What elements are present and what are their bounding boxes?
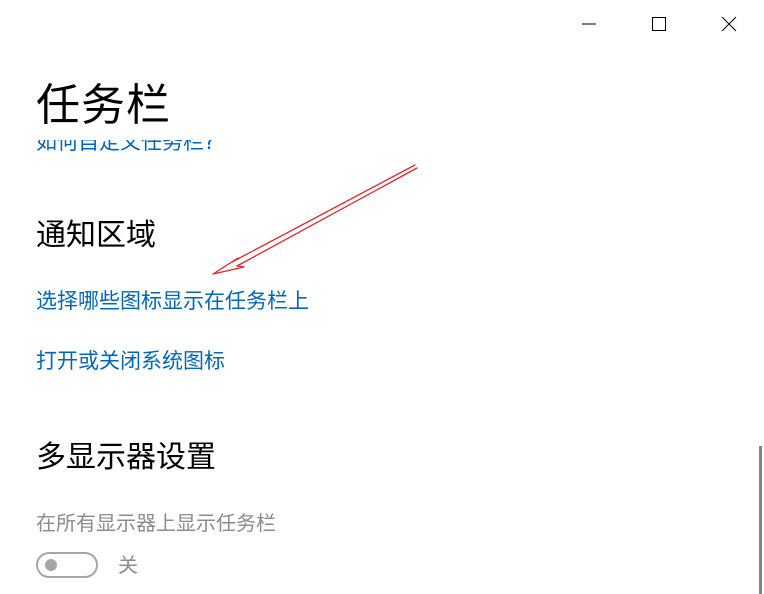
page-header: 任务栏	[0, 48, 740, 140]
window-controls	[554, 0, 764, 48]
settings-content[interactable]: 如何自定义任务栏? 任务栏 通知区域 选择哪些图标显示在任务栏上 打开或关闭系统…	[0, 48, 764, 594]
maximize-button[interactable]	[624, 0, 694, 48]
page-title: 任务栏	[36, 80, 171, 131]
show-taskbar-all-displays-toggle[interactable]	[36, 552, 98, 578]
minimize-button[interactable]	[554, 0, 624, 48]
toggle-knob	[45, 559, 57, 571]
system-icons-toggle-link[interactable]: 打开或关闭系统图标	[36, 346, 225, 376]
close-button[interactable]	[694, 0, 764, 48]
maximize-icon	[652, 17, 666, 31]
close-icon	[721, 16, 737, 32]
multi-display-title: 多显示器设置	[36, 440, 216, 475]
select-taskbar-icons-link[interactable]: 选择哪些图标显示在任务栏上	[36, 286, 309, 316]
minimize-icon	[582, 23, 596, 25]
vertical-scrollbar[interactable]	[759, 446, 762, 594]
notification-area-title: 通知区域	[36, 218, 156, 253]
settings-window: 如何自定义任务栏? 任务栏 通知区域 选择哪些图标显示在任务栏上 打开或关闭系统…	[0, 0, 764, 594]
show-taskbar-all-displays-label: 在所有显示器上显示任务栏	[36, 511, 276, 535]
toggle-state-label: 关	[118, 553, 138, 577]
